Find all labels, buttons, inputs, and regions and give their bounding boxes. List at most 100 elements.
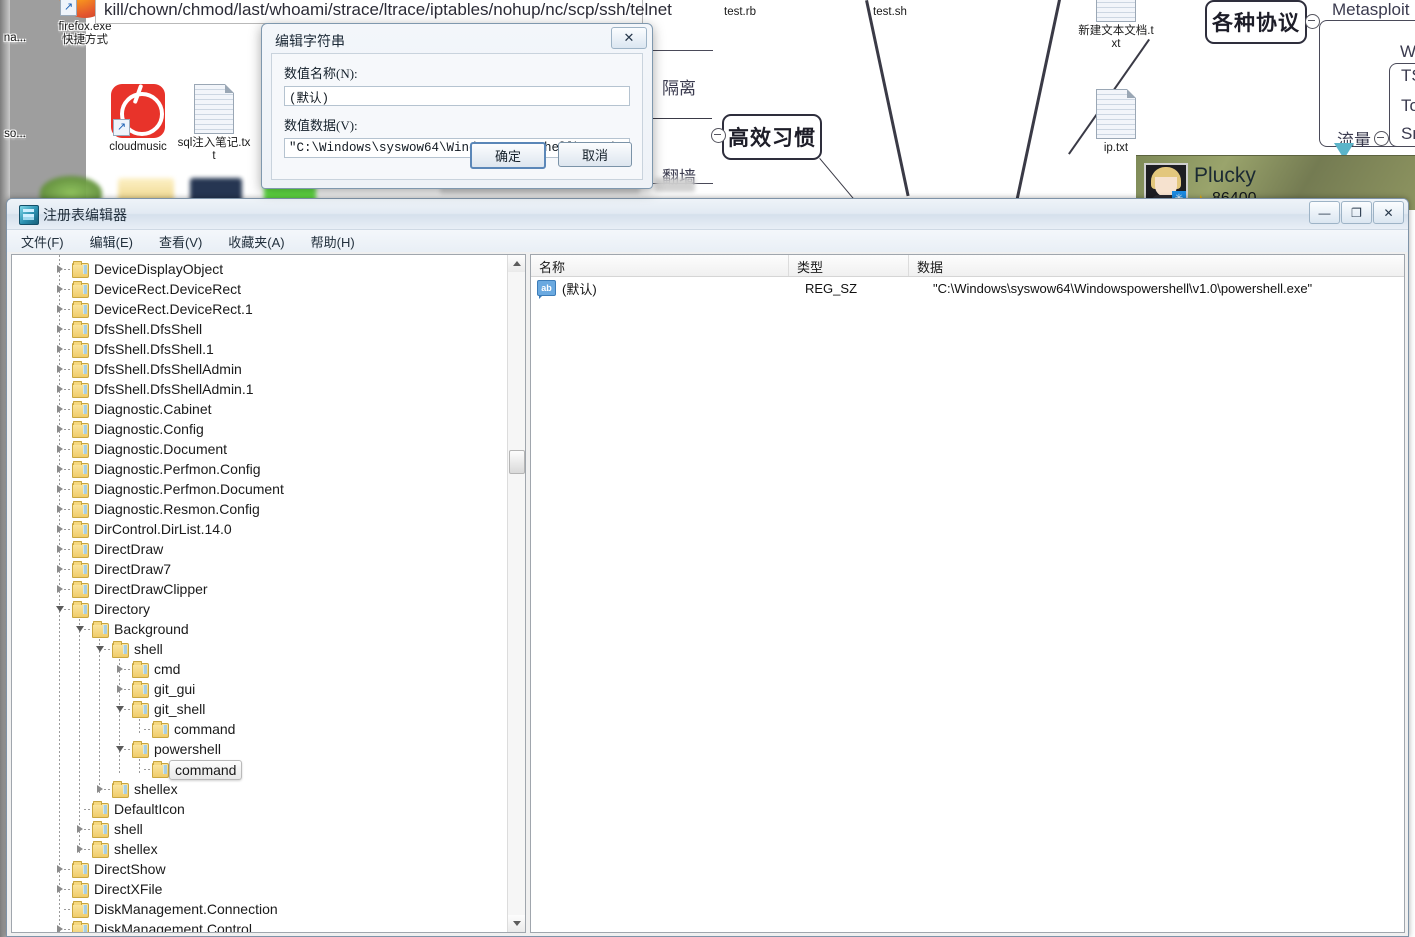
tree-item-label: Diagnostic.Config (94, 421, 204, 437)
cancel-button[interactable]: 取消 (558, 142, 632, 167)
tree-item[interactable]: cmd (12, 659, 508, 679)
value-name-input[interactable]: (默认) (284, 86, 630, 106)
tree-item[interactable]: Diagnostic.Config (12, 419, 508, 439)
scrollbar-thumb[interactable] (509, 450, 525, 474)
folder-icon (92, 821, 109, 838)
column-header-name[interactable]: 名称 (531, 255, 789, 276)
registry-value-pane[interactable]: 名称 类型 数据 ab (默认) REG_SZ "C:\Windows\sysw… (530, 254, 1405, 933)
registry-tree-list[interactable]: DeviceDisplayObject DeviceRect.DeviceRect… (12, 255, 508, 932)
tree-item[interactable]: shell (12, 819, 508, 839)
folder-icon (72, 501, 89, 518)
menu-item-favorites[interactable]: 收藏夹(A) (228, 232, 284, 251)
tree-item[interactable]: Diagnostic.Perfmon.Document (12, 479, 508, 499)
tree-item[interactable]: Diagnostic.Cabinet (12, 399, 508, 419)
mindmap-node-habits[interactable]: 高效习惯 (722, 114, 822, 160)
scroll-up-button[interactable] (508, 255, 525, 272)
tree-item[interactable]: command (12, 759, 508, 780)
desktop-icon-sql-notes[interactable]: sql注入笔记.txt (176, 84, 252, 163)
tree-guide-connector (124, 749, 132, 750)
mindmap-leaf-w: W (1400, 42, 1415, 61)
menu-item-help[interactable]: 帮助(H) (311, 232, 355, 251)
menu-item-file[interactable]: 文件(F) (21, 232, 64, 251)
tree-item[interactable]: command (12, 719, 508, 739)
ok-button[interactable]: 确定 (470, 142, 546, 169)
shortcut-overlay-icon: ↗ (113, 119, 130, 136)
desktop-icon-ip-txt[interactable]: ip.txt (1078, 89, 1154, 155)
tree-item-label: DeviceRect.DeviceRect.1 (94, 301, 253, 317)
tree-item[interactable]: Diagnostic.Document (12, 439, 508, 459)
maximize-button[interactable]: ❐ (1341, 201, 1372, 224)
tree-item[interactable]: powershell (12, 739, 508, 759)
tree-item[interactable]: Diagnostic.Perfmon.Config (12, 459, 508, 479)
registry-tree-pane[interactable]: DeviceDisplayObject DeviceRect.DeviceRect… (11, 254, 526, 933)
tree-item[interactable]: Background (12, 619, 508, 639)
tree-item-label: Diagnostic.Perfmon.Config (94, 461, 261, 477)
folder-icon (72, 921, 89, 932)
tree-guide-connector (84, 809, 92, 810)
tree-item[interactable]: DfsShell.DfsShellAdmin.1 (12, 379, 508, 399)
tree-item[interactable]: DirControl.DirList.14.0 (12, 519, 508, 539)
tree-item[interactable]: git_shell (12, 699, 508, 719)
tree-item[interactable]: DirectXFile (12, 879, 508, 899)
mindmap-node-protocols[interactable]: 各种协议 (1205, 0, 1307, 44)
tree-item-label: DeviceRect.DeviceRect (94, 281, 242, 297)
desktop-icon-test-sh[interactable]: S test.sh (852, 0, 928, 19)
close-button[interactable]: ✕ (1373, 201, 1404, 224)
tree-item[interactable]: DeviceRect.DeviceRect (12, 279, 508, 299)
tree-item[interactable]: DfsShell.DfsShell.1 (12, 339, 508, 359)
dialog-close-button[interactable]: ✕ (611, 27, 647, 49)
window-title-bar[interactable]: 注册表编辑器 — ❐ ✕ (7, 199, 1408, 230)
tree-item[interactable]: DirectShow (12, 859, 508, 879)
mindmap-collapse-protocols[interactable] (1305, 14, 1320, 29)
mindmap-collapse-habits[interactable] (711, 128, 726, 143)
tree-item[interactable]: DirectDrawClipper (12, 579, 508, 599)
mindmap-leaf-sm: Sm (1401, 124, 1415, 143)
tree-vertical-scrollbar[interactable] (507, 255, 525, 932)
tree-item[interactable]: shellex (12, 779, 508, 799)
tree-item[interactable]: Directory (12, 599, 508, 619)
tree-item[interactable]: DirectDraw (12, 539, 508, 559)
tree-item[interactable]: DfsShell.DfsShellAdmin (12, 359, 508, 379)
column-header-type[interactable]: 类型 (789, 255, 909, 276)
tree-item[interactable]: DiskManagement.Control (12, 919, 508, 932)
tree-guide-connector (64, 329, 72, 330)
text-file-icon (1096, 0, 1136, 22)
tree-guide-connector (64, 309, 72, 310)
value-row[interactable]: ab (默认) REG_SZ "C:\Windows\syswow64\Wind… (531, 277, 1404, 299)
mindmap-leaf-to: To (1401, 96, 1415, 115)
desktop-icon-new-text-doc[interactable]: 新建文本文档.txt (1078, 0, 1154, 51)
desktop-icon-test-rb[interactable]: S test.rb (702, 0, 778, 19)
tree-item-label: git_gui (154, 681, 196, 697)
folder-icon (72, 261, 89, 278)
tree-item[interactable]: DeviceDisplayObject (12, 259, 508, 279)
tree-item[interactable]: DefaultIcon (12, 799, 508, 819)
scroll-down-button[interactable] (508, 915, 525, 932)
menu-item-edit[interactable]: 编辑(E) (90, 232, 133, 251)
tree-guide-connector (64, 909, 72, 910)
text-file-icon (1096, 89, 1136, 139)
tree-item[interactable]: shellex (12, 839, 508, 859)
tree-item[interactable]: DiskManagement.Connection (12, 899, 508, 919)
tree-expand-icon[interactable] (54, 919, 65, 932)
mindmap-leaf-metasploit: Metasploit (1332, 0, 1410, 19)
folder-icon (72, 461, 89, 478)
tree-guide-connector (144, 769, 152, 770)
tree-item[interactable]: shell (12, 639, 508, 659)
tree-item[interactable]: DfsShell.DfsShell (12, 319, 508, 339)
mindmap-collapse-traffic[interactable] (1374, 131, 1389, 146)
minimize-button[interactable]: — (1309, 201, 1340, 224)
desktop-icon-cloudmusic[interactable]: ↗ cloudmusic (100, 84, 176, 154)
tree-item-label: DirectDrawClipper (94, 581, 208, 597)
tree-item[interactable]: git_gui (12, 679, 508, 699)
tree-item[interactable]: DeviceRect.DeviceRect.1 (12, 299, 508, 319)
folder-icon (72, 881, 89, 898)
column-header-data[interactable]: 数据 (909, 255, 1404, 276)
tree-item-label: powershell (154, 741, 221, 757)
tree-item-label: DfsShell.DfsShellAdmin.1 (94, 381, 254, 397)
tree-item-label: Diagnostic.Document (94, 441, 228, 457)
tree-item-label: DirectDraw (94, 541, 164, 557)
tree-item[interactable]: DirectDraw7 (12, 559, 508, 579)
tree-guide-connector (64, 429, 72, 430)
tree-item[interactable]: Diagnostic.Resmon.Config (12, 499, 508, 519)
menu-item-view[interactable]: 查看(V) (159, 232, 202, 251)
